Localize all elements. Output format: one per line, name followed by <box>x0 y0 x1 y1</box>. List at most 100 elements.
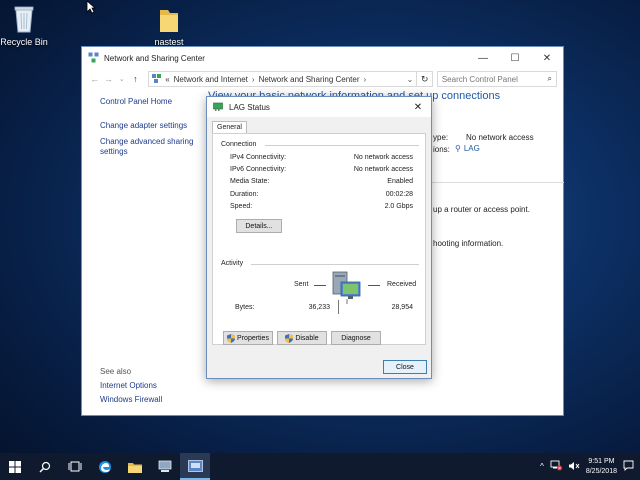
activity-group-title: Activity <box>221 260 244 267</box>
breadcrumb-item[interactable]: Network and Internet <box>174 75 248 84</box>
file-explorer-icon <box>128 462 142 473</box>
search-taskbar-button[interactable] <box>30 453 60 480</box>
mouse-cursor-icon <box>86 0 97 19</box>
tray-expand-chevron-icon[interactable]: ^ <box>540 462 544 471</box>
refresh-button[interactable]: ↻ <box>417 71 433 87</box>
recent-chevron-icon[interactable]: ⌄ <box>115 75 129 83</box>
disable-button[interactable]: Disable <box>277 331 327 345</box>
close-button[interactable]: ✕ <box>531 47 563 69</box>
bytes-label: Bytes: <box>235 304 255 311</box>
sent-label: Sent <box>294 281 309 288</box>
network-adapter-icon <box>213 101 224 113</box>
left-task-pane: Control Panel Home Change adapter settin… <box>100 97 210 163</box>
lag-connection-link[interactable]: LAG <box>464 144 480 153</box>
ipv4-label: IPv4 Connectivity: <box>230 154 287 161</box>
edge-browser-icon <box>99 460 111 473</box>
sent-line <box>314 285 326 286</box>
media-state-label: Media State: <box>230 178 270 185</box>
taskbar: ^ ✕ 9:51 PM 8/25/2018 <box>0 453 640 480</box>
minimize-button[interactable]: — <box>467 47 499 69</box>
lag-status-dialog: LAG Status ✕ General Connection IPv4 Con… <box>206 96 432 379</box>
details-button[interactable]: Details... <box>236 219 282 233</box>
connection-group-rule <box>265 145 419 146</box>
uac-shield-icon <box>227 333 236 343</box>
setup-router-text: up a router or access point. <box>433 205 530 214</box>
search-placeholder: Search Control Panel <box>441 74 518 84</box>
general-tab-panel: Connection IPv4 Connectivity: No network… <box>212 133 426 345</box>
folder-icon <box>156 4 182 34</box>
desktop-icon-label: Recycle Bin <box>0 37 48 47</box>
duration-value: 00:02:28 <box>385 191 413 198</box>
dialog-titlebar[interactable]: LAG Status ✕ <box>207 97 431 117</box>
network-error-icon[interactable]: ✕ <box>550 460 562 473</box>
access-type-value: No network access <box>466 133 534 142</box>
speed-value: 2.0 Gbps <box>384 203 413 210</box>
search-icon: ⌕ <box>547 74 553 83</box>
dialog-close-icon[interactable]: ✕ <box>405 102 431 113</box>
clock-time: 9:51 PM <box>588 457 615 465</box>
window-title: Network and Sharing Center <box>104 53 205 63</box>
bytes-received-value: 28,954 <box>391 304 413 311</box>
clock-date: 8/25/2018 <box>585 467 617 475</box>
speaker-muted-icon[interactable] <box>568 461 580 473</box>
network-activity-computer-icon <box>331 270 363 306</box>
connections-value-wrap[interactable]: ⚲ LAG <box>455 144 480 153</box>
action-center-icon[interactable] <box>623 460 634 473</box>
up-arrow-icon[interactable]: ↑ <box>129 74 143 84</box>
file-explorer-taskbar-button[interactable] <box>120 453 150 480</box>
search-input[interactable]: Search Control Panel ⌕ <box>436 71 558 87</box>
speed-label: Speed: <box>230 203 253 210</box>
uac-shield-icon <box>285 333 294 343</box>
breadcrumb-separator-icon: › <box>363 74 367 84</box>
properties-button-label: Properties <box>237 334 269 342</box>
breadcrumb-separator-icon: › <box>251 74 255 84</box>
taskbar-clock[interactable]: 9:51 PM 8/25/2018 <box>586 457 617 477</box>
disable-button-label: Disable <box>295 334 319 342</box>
task-view-button[interactable] <box>60 453 90 480</box>
server-manager-taskbar-button[interactable] <box>150 453 180 480</box>
see-also-heading: See also <box>100 367 132 376</box>
address-dropdown-icon[interactable]: ⌄ <box>407 75 417 84</box>
diagnose-button[interactable]: Diagnose <box>331 331 381 345</box>
breadcrumb-item[interactable]: Network and Sharing Center <box>259 75 360 84</box>
svg-text:✕: ✕ <box>558 466 561 471</box>
window-titlebar[interactable]: Network and Sharing Center — ☐ ✕ <box>82 47 563 69</box>
received-line <box>368 285 380 286</box>
address-row: ← → ⌄ ↑ « Network and Internet › Network… <box>82 69 563 89</box>
control-panel-home-link[interactable]: Control Panel Home <box>100 97 210 107</box>
desktop-icon-recycle-bin[interactable]: Recycle Bin <box>0 4 54 47</box>
windows-logo-icon <box>9 460 21 473</box>
troubleshoot-text: hooting information. <box>433 239 504 248</box>
breadcrumb-prefix: « <box>165 74 170 84</box>
system-tray: ^ ✕ 9:51 PM 8/25/2018 <box>540 457 640 477</box>
start-button[interactable] <box>0 453 30 480</box>
connections-label: ions: <box>433 145 450 154</box>
ipv4-value: No network access <box>353 154 413 161</box>
section-divider <box>432 182 564 183</box>
change-advanced-sharing-link[interactable]: Change advanced sharing settings <box>100 137 196 157</box>
access-type-label: ype: <box>433 133 449 142</box>
change-adapter-settings-link[interactable]: Change adapter settings <box>100 121 210 131</box>
forward-arrow-icon[interactable]: → <box>102 74 116 84</box>
back-arrow-icon[interactable]: ← <box>88 74 102 84</box>
desktop-icon-nastest[interactable]: nastest <box>139 4 199 47</box>
ipv6-label: IPv6 Connectivity: <box>230 166 287 173</box>
maximize-button[interactable]: ☐ <box>499 47 531 69</box>
properties-button[interactable]: Properties <box>223 331 273 345</box>
network-center-icon <box>88 52 99 65</box>
tab-strip: General <box>212 121 247 133</box>
internet-options-link[interactable]: Internet Options <box>100 381 162 391</box>
address-bar[interactable]: « Network and Internet › Network and Sha… <box>148 71 418 87</box>
tab-general[interactable]: General <box>212 121 247 133</box>
control-panel-taskbar-button[interactable] <box>180 453 210 480</box>
media-state-value: Enabled <box>387 178 413 185</box>
task-view-icon <box>68 461 82 472</box>
bytes-divider <box>338 300 339 314</box>
close-dialog-button[interactable]: Close <box>383 360 427 374</box>
server-manager-icon <box>158 460 172 472</box>
network-sharing-icon <box>187 459 203 472</box>
activity-group-rule <box>251 264 419 265</box>
edge-taskbar-button[interactable] <box>90 453 120 480</box>
bytes-sent-value: 36,233 <box>308 304 330 311</box>
windows-firewall-link[interactable]: Windows Firewall <box>100 395 162 405</box>
